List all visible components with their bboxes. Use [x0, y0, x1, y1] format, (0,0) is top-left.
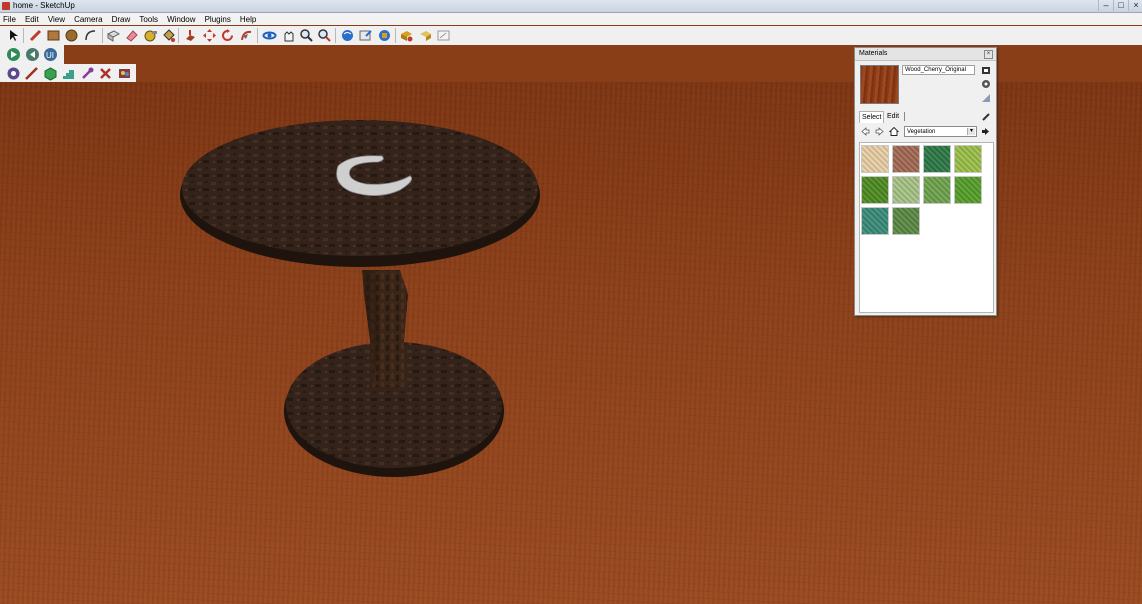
menu-edit[interactable]: Edit	[22, 14, 42, 26]
materials-panel: Materials × Wood_Cherry_Original Select …	[854, 47, 997, 316]
line-icon[interactable]	[24, 66, 39, 81]
main-toolbar	[0, 26, 1142, 45]
menu-plugins[interactable]: Plugins	[202, 14, 234, 26]
swatch-grass-pale[interactable]	[892, 176, 920, 204]
material-swatch-grid	[859, 142, 994, 313]
menu-help[interactable]: Help	[237, 14, 259, 26]
maximize-button[interactable]: □	[1113, 0, 1128, 11]
material-preview[interactable]	[860, 65, 899, 104]
scenes-toolbar: UI	[0, 45, 64, 64]
menu-window[interactable]: Window	[164, 14, 198, 26]
forward-icon[interactable]	[875, 127, 884, 136]
swatch-grass-bright[interactable]	[954, 176, 982, 204]
wrench-icon[interactable]	[80, 66, 95, 81]
toolbar-separator	[335, 28, 336, 43]
cube-icon[interactable]	[43, 66, 58, 81]
materials-close-button[interactable]: ×	[984, 50, 993, 59]
share-model-tool-icon[interactable]	[358, 28, 373, 43]
home-icon[interactable]	[888, 126, 900, 136]
ui-icon[interactable]: UI	[43, 47, 58, 62]
push-pull-tool-icon[interactable]	[183, 28, 198, 43]
tape-measure-tool-icon[interactable]	[143, 28, 158, 43]
details-arrow-icon[interactable]	[981, 127, 990, 136]
follow-me-tool-icon[interactable]	[239, 28, 254, 43]
menu-bar: File Edit View Camera Draw Tools Window …	[0, 13, 1142, 25]
arc-tool-icon[interactable]	[83, 28, 98, 43]
get-models-tool-icon[interactable]	[340, 28, 355, 43]
swatch-water-plants[interactable]	[861, 207, 889, 235]
sketchup-app-icon	[2, 2, 10, 10]
rectangle-tool-icon[interactable]	[46, 28, 61, 43]
window-title: home - SketchUp	[13, 1, 75, 10]
paint-bucket-tool-icon[interactable]	[161, 28, 176, 43]
sandbox-icon[interactable]	[6, 66, 21, 81]
menu-camera[interactable]: Camera	[71, 14, 105, 26]
extension-warehouse-tool-icon[interactable]	[399, 28, 414, 43]
toolbar-separator	[23, 28, 24, 43]
circle-tool-icon[interactable]	[64, 28, 79, 43]
swatch-ivy[interactable]	[923, 145, 951, 173]
zoom-extents-tool-icon[interactable]	[317, 28, 332, 43]
toolbar-separator	[102, 28, 103, 43]
tab-select[interactable]: Select	[859, 111, 885, 123]
zoom-tool-icon[interactable]	[299, 28, 314, 43]
tab-divider	[904, 112, 905, 121]
menu-draw[interactable]: Draw	[109, 14, 134, 26]
close-button[interactable]: ×	[1128, 0, 1142, 11]
select-tool-icon[interactable]	[6, 28, 21, 43]
bricks-icon[interactable]	[117, 66, 132, 81]
toolbar-separator	[257, 28, 258, 43]
display-secondary-icon[interactable]	[981, 93, 991, 103]
minimize-button[interactable]: –	[1098, 0, 1113, 11]
materials-nav: Vegetation ▾	[859, 126, 994, 138]
menu-file[interactable]: File	[0, 14, 19, 26]
move-tool-icon[interactable]	[202, 28, 217, 43]
default-material-icon[interactable]	[981, 79, 991, 89]
sandbox-toolbar	[0, 64, 136, 83]
pan-tool-icon[interactable]	[281, 28, 296, 43]
swatch-grass-mid[interactable]	[923, 176, 951, 204]
eraser-tool-icon[interactable]	[124, 28, 139, 43]
swatch-shrub[interactable]	[892, 207, 920, 235]
toolbar-separator	[395, 28, 396, 43]
materials-titlebar: Materials ×	[855, 48, 996, 61]
swatch-grass-dark[interactable]	[861, 176, 889, 204]
orbit-tool-icon[interactable]	[262, 28, 277, 43]
menu-tools[interactable]: Tools	[136, 14, 161, 26]
cross-icon[interactable]	[98, 66, 113, 81]
rotate-tool-icon[interactable]	[220, 28, 235, 43]
make-component-tool-icon[interactable]	[106, 28, 121, 43]
chevron-down-icon: ▾	[967, 128, 975, 135]
swatch-gravel[interactable]	[892, 145, 920, 173]
send-to-layout-tool-icon[interactable]	[436, 28, 451, 43]
create-material-icon[interactable]	[981, 65, 991, 75]
window-titlebar: home - SketchUp – □ ×	[0, 0, 1142, 13]
menu-view[interactable]: View	[45, 14, 68, 26]
swatch-sand[interactable]	[861, 145, 889, 173]
toolbar-separator	[178, 28, 179, 43]
swatch-moss-light[interactable]	[954, 145, 982, 173]
materials-title: Materials	[859, 50, 888, 57]
stairs-icon[interactable]	[61, 66, 76, 81]
share-component-tool-icon[interactable]	[377, 28, 392, 43]
back-icon[interactable]	[861, 127, 870, 136]
pencil-tool-icon[interactable]	[28, 28, 43, 43]
material-name-field[interactable]: Wood_Cherry_Original	[902, 65, 975, 75]
layout-tool-icon[interactable]	[418, 28, 433, 43]
svg-text:UI: UI	[46, 51, 54, 60]
tab-edit[interactable]: Edit	[885, 111, 901, 122]
previous-scene-icon[interactable]	[25, 47, 40, 62]
sample-paint-icon[interactable]	[981, 112, 991, 122]
library-select[interactable]: Vegetation ▾	[904, 126, 977, 137]
play-icon[interactable]	[6, 47, 21, 62]
